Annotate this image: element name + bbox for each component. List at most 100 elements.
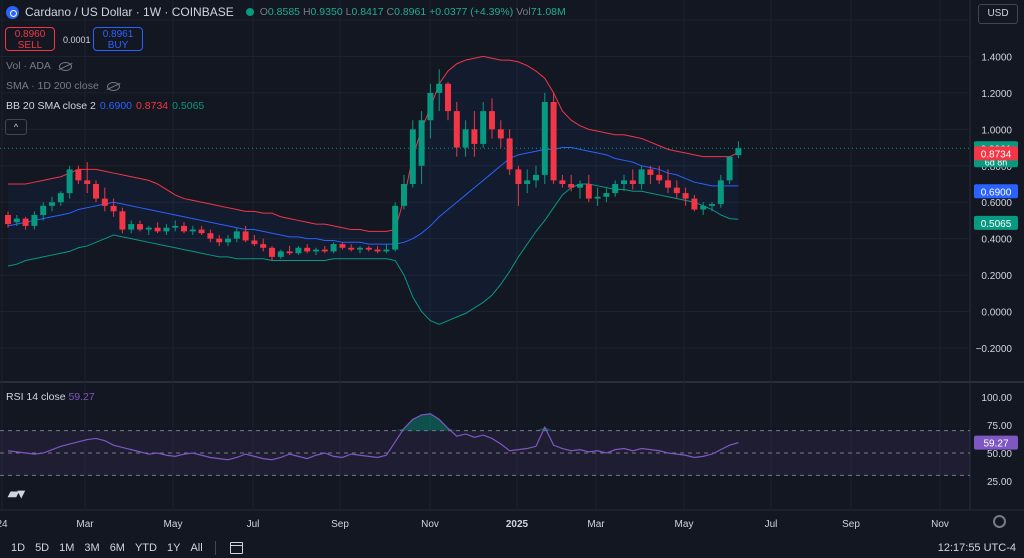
candle-body [154, 227, 161, 232]
candle-body [181, 225, 187, 232]
timeframe-ytd[interactable]: YTD [135, 542, 157, 554]
bb-upper-tag: 0.8734 [981, 149, 1012, 160]
hidden-eye-icon[interactable] [106, 81, 120, 91]
time-tick-label: Sep [842, 519, 860, 530]
candle-body [145, 227, 152, 230]
rsi-tick-label: 50.00 [987, 449, 1012, 460]
rsi-tick-label: 25.00 [987, 477, 1012, 488]
candle-body [647, 169, 654, 175]
time-tick-label: Sep [331, 519, 349, 530]
price-tick-label: 0.0000 [981, 308, 1012, 319]
candle-body [700, 205, 707, 210]
collapse-legend-button[interactable]: ^ [5, 119, 27, 135]
gear-icon[interactable] [993, 515, 1006, 528]
candle-body [524, 180, 531, 184]
candle-body [577, 184, 583, 188]
candle-body [339, 244, 346, 248]
timeframe-1d[interactable]: 1D [11, 542, 25, 554]
candle-body [260, 244, 267, 248]
candle-body [286, 251, 293, 254]
candle-body [313, 249, 319, 252]
indicator-sma[interactable]: SMA · 1D 200 close [6, 80, 120, 92]
candle-body [691, 198, 698, 210]
toolbar-divider [214, 541, 216, 555]
candle-body [515, 169, 522, 184]
candle-body [22, 218, 29, 226]
price-tick-label: −0.2000 [976, 344, 1013, 355]
candle-body [93, 184, 99, 199]
candle-body [251, 240, 258, 245]
candle-body [559, 180, 566, 184]
candle-body [726, 156, 733, 181]
candle-body [31, 214, 38, 226]
timeframe-6m[interactable]: 6M [110, 542, 125, 554]
price-tick-label: 1.4000 [981, 52, 1012, 63]
timeframe-1y[interactable]: 1Y [167, 542, 180, 554]
candle-body [321, 249, 328, 252]
chart-legend: Cardano / US Dollar · 1W · COINBASE O0.8… [0, 0, 970, 140]
buy-button[interactable]: 0.8961 BUY [93, 27, 143, 51]
candle-body [357, 247, 363, 250]
candle-body [585, 184, 592, 199]
candle-body [506, 138, 513, 170]
candle-body [233, 231, 240, 239]
candle-body [128, 224, 135, 230]
hidden-eye-icon[interactable] [58, 61, 72, 71]
candle-body [629, 180, 636, 184]
price-tick-label: 0.6000 [981, 198, 1012, 209]
rsi-tick-label: 75.00 [987, 421, 1012, 432]
candle-body [603, 193, 610, 197]
timeframe-5d[interactable]: 5D [35, 542, 49, 554]
candle-body [612, 184, 619, 194]
candle-body [242, 231, 249, 241]
price-tick-label: 0.2000 [981, 271, 1012, 282]
time-tick-label: 24 [0, 519, 8, 530]
candle-body [638, 169, 645, 184]
tradingview-logo: ▰▾ [8, 485, 25, 501]
candle-body [665, 180, 671, 188]
time-tick-label: 2025 [506, 519, 529, 530]
price-tick-label: 1.0000 [981, 125, 1012, 136]
calendar-icon[interactable] [229, 542, 243, 554]
price-tick-label: 0.4000 [981, 235, 1012, 246]
symbol-title[interactable]: Cardano / US Dollar · 1W · COINBASE [25, 5, 234, 19]
candle-body [673, 187, 680, 194]
candle-body [348, 247, 355, 250]
cardano-logo-icon [6, 5, 19, 19]
price-tick-label: 1.2000 [981, 89, 1012, 100]
candle-body [75, 169, 82, 181]
clock[interactable]: 12:17:55 UTC-4 [938, 542, 1016, 554]
candle-body [269, 247, 275, 257]
candle-body [5, 214, 11, 225]
candle-body [66, 169, 73, 194]
candle-body [189, 229, 196, 232]
indicator-bb[interactable]: BB 20 SMA close 2 0.6900 0.8734 0.5065 [6, 100, 204, 112]
candle-body [568, 184, 575, 188]
time-tick-label: Jul [247, 519, 260, 530]
time-tick-label: Nov [931, 519, 949, 530]
candle-body [735, 148, 742, 156]
indicator-vol[interactable]: Vol · ADA [6, 60, 72, 72]
market-status-icon [245, 8, 254, 16]
candle-body [383, 249, 390, 252]
timeframe-all[interactable]: All [190, 542, 202, 554]
rsi-value-tag: 59.27 [983, 439, 1008, 450]
candle-body [621, 180, 627, 184]
bottom-toolbar: 1D 5D 1M 3M 6M YTD 1Y All [0, 538, 1024, 558]
candle-body [374, 249, 381, 252]
candle-body [533, 174, 539, 181]
candle-body [101, 198, 108, 206]
time-tick-label: Mar [76, 519, 94, 530]
timeframe-3m[interactable]: 3M [84, 542, 99, 554]
ohlc-values: O0.8585 H0.9350 L0.8417 C0.8961 +0.0377 … [259, 6, 566, 18]
time-tick-label: May [164, 519, 183, 530]
candle-body [137, 224, 143, 230]
sell-button[interactable]: 0.8960 SELL [5, 27, 55, 51]
candle-body [119, 211, 126, 230]
candle-body [682, 193, 689, 199]
rsi-legend[interactable]: RSI 14 close 59.27 [6, 391, 95, 403]
candle-body [207, 233, 214, 239]
timeframe-1m[interactable]: 1M [59, 542, 74, 554]
currency-button[interactable]: USD [978, 4, 1018, 24]
candle-body [198, 229, 205, 234]
